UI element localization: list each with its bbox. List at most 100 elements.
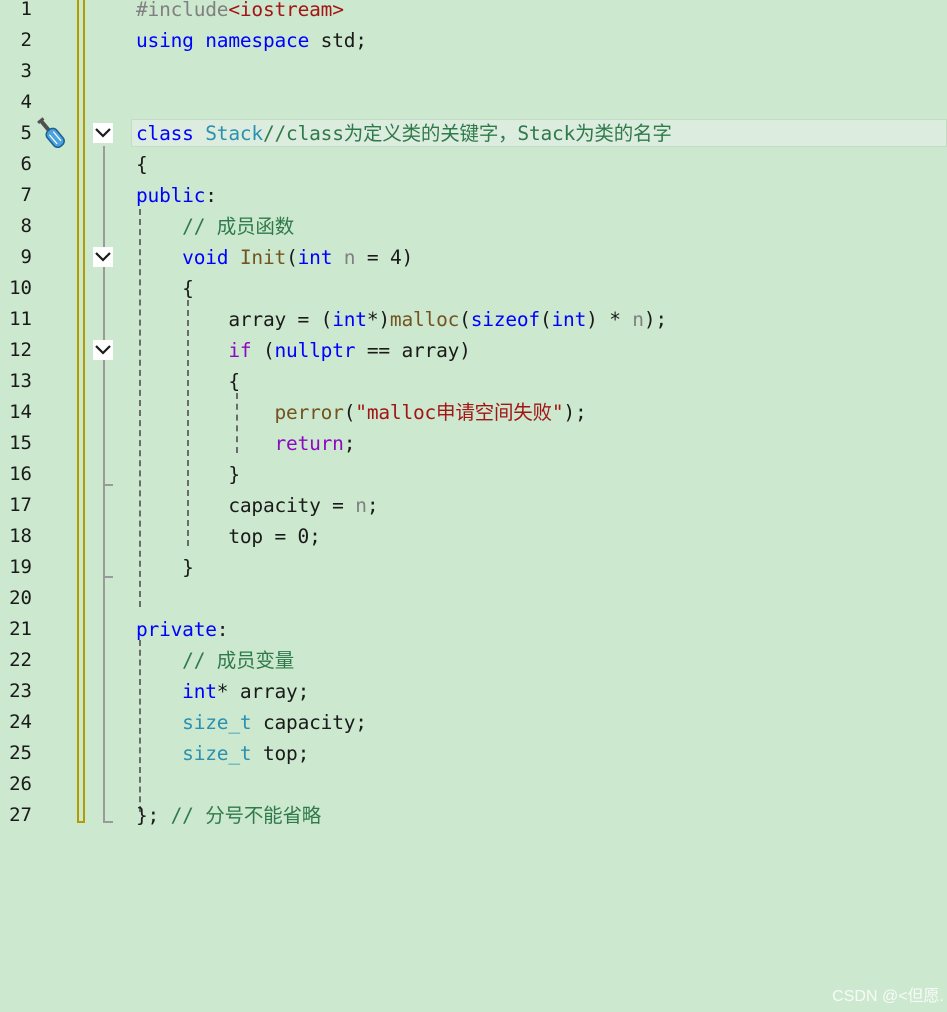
chevron-down-icon[interactable] bbox=[93, 123, 113, 143]
code-line[interactable]: 10 { bbox=[0, 273, 947, 304]
line-number: 27 bbox=[9, 804, 32, 826]
code-line[interactable]: 4 bbox=[0, 87, 947, 118]
code-line[interactable]: 20 bbox=[0, 583, 947, 614]
line-number: 26 bbox=[9, 773, 32, 795]
code-line[interactable]: 12 if (nullptr == array) bbox=[0, 335, 947, 366]
code-token: top = 0; bbox=[136, 525, 321, 548]
line-number: 4 bbox=[20, 91, 32, 113]
chevron-down-icon[interactable] bbox=[93, 247, 113, 267]
code-token: } bbox=[136, 556, 194, 579]
code-text[interactable]: #include<iostream> bbox=[136, 0, 344, 25]
code-text[interactable]: int* array; bbox=[136, 676, 309, 707]
code-token: #include bbox=[136, 0, 229, 21]
line-number: 21 bbox=[9, 618, 32, 640]
code-text[interactable]: size_t capacity; bbox=[136, 707, 367, 738]
line-number: 2 bbox=[20, 29, 32, 51]
line-number: 20 bbox=[9, 587, 32, 609]
line-number: 10 bbox=[9, 277, 32, 299]
code-text[interactable]: capacity = n; bbox=[136, 490, 378, 521]
code-token: ( bbox=[539, 308, 552, 331]
code-text[interactable]: // 成员变量 bbox=[136, 645, 294, 676]
code-line[interactable]: 11 array = (int*)malloc(sizeof(int) * n)… bbox=[0, 304, 947, 335]
line-number: 3 bbox=[20, 60, 32, 82]
code-line[interactable]: 15 return; bbox=[0, 428, 947, 459]
code-text[interactable]: top = 0; bbox=[136, 521, 321, 552]
code-line[interactable]: 3 bbox=[0, 56, 947, 87]
code-line[interactable]: 27 }; // 分号不能省略 bbox=[0, 800, 947, 831]
screwdriver-icon[interactable] bbox=[33, 116, 71, 152]
code-token: nullptr bbox=[274, 339, 356, 362]
code-text[interactable]: class Stack//class为定义类的关键字，Stack为类的名字 bbox=[136, 118, 672, 149]
code-text[interactable]: perror("malloc申请空间失败"); bbox=[136, 397, 586, 428]
code-token: private bbox=[136, 618, 217, 641]
code-text[interactable]: { bbox=[136, 149, 148, 180]
code-token: class bbox=[136, 122, 194, 145]
code-line[interactable]: 25 size_t top; bbox=[0, 738, 947, 769]
code-token: n bbox=[343, 246, 356, 269]
code-line[interactable]: 17 capacity = n; bbox=[0, 490, 947, 521]
code-text[interactable]: }; // 分号不能省略 bbox=[136, 800, 321, 831]
code-text[interactable]: } bbox=[136, 552, 194, 583]
code-line[interactable]: 21 private: bbox=[0, 614, 947, 645]
code-token: size_t bbox=[182, 742, 252, 765]
code-token: std; bbox=[309, 29, 367, 52]
line-number: 25 bbox=[9, 742, 32, 764]
code-token: top; bbox=[251, 742, 310, 765]
code-token: <iostream> bbox=[228, 0, 344, 21]
code-token: ; bbox=[366, 494, 379, 517]
code-line[interactable]: 22 // 成员变量 bbox=[0, 645, 947, 676]
code-token: ) * bbox=[586, 308, 633, 331]
line-number: 8 bbox=[20, 215, 32, 237]
code-line[interactable]: 24 size_t capacity; bbox=[0, 707, 947, 738]
code-line[interactable]: 19 } bbox=[0, 552, 947, 583]
code-text[interactable]: // 成员函数 bbox=[136, 211, 294, 242]
watermark: CSDN @<但愿. bbox=[832, 988, 944, 1005]
line-number: 1 bbox=[20, 0, 32, 20]
code-token: void bbox=[182, 246, 229, 269]
code-text[interactable]: void Init(int n = 4) bbox=[136, 242, 413, 273]
code-token: //class为定义类的关键字，Stack为类的名字 bbox=[262, 122, 672, 145]
line-number: 7 bbox=[20, 184, 32, 206]
code-text[interactable]: array = (int*)malloc(sizeof(int) * n); bbox=[136, 304, 667, 335]
code-line[interactable]: 18 top = 0; bbox=[0, 521, 947, 552]
code-token: malloc bbox=[389, 308, 460, 331]
code-line[interactable]: 14 perror("malloc申请空间失败"); bbox=[0, 397, 947, 428]
code-line[interactable]: 26 bbox=[0, 769, 947, 800]
code-text[interactable]: { bbox=[136, 273, 194, 304]
code-text[interactable]: public: bbox=[136, 180, 217, 211]
code-text[interactable]: size_t top; bbox=[136, 738, 309, 769]
code-token: n bbox=[632, 308, 644, 331]
code-text[interactable]: using namespace std; bbox=[136, 25, 367, 56]
code-line[interactable]: 23 int* array; bbox=[0, 676, 947, 707]
line-number: 11 bbox=[9, 308, 32, 330]
code-editor[interactable]: 1 #include<iostream> 2 using namespace std;… bbox=[0, 0, 947, 1012]
code-text[interactable]: if (nullptr == array) bbox=[136, 335, 471, 366]
code-text[interactable]: private: bbox=[136, 614, 229, 645]
code-line[interactable]: 8 // 成员函数 bbox=[0, 211, 947, 242]
code-text[interactable]: } bbox=[136, 459, 240, 490]
code-line[interactable]: 13 { bbox=[0, 366, 947, 397]
code-token: * array; bbox=[216, 680, 310, 703]
code-token: ; bbox=[343, 432, 356, 455]
code-token: : bbox=[205, 184, 217, 207]
code-line[interactable]: 2 using namespace std; bbox=[0, 25, 947, 56]
code-text[interactable]: return; bbox=[136, 428, 355, 459]
code-token: size_t bbox=[182, 711, 252, 734]
line-number: 22 bbox=[9, 649, 32, 671]
code-text[interactable]: { bbox=[136, 366, 240, 397]
code-line[interactable]: 5 class Stack//class为定义类的关键字，Stack为类的名字 bbox=[0, 118, 947, 149]
code-line[interactable]: 9 void Init(int n = 4) bbox=[0, 242, 947, 273]
line-number: 13 bbox=[9, 370, 32, 392]
code-line[interactable]: 16 } bbox=[0, 459, 947, 490]
code-token: { bbox=[136, 370, 240, 393]
line-number: 6 bbox=[20, 153, 32, 175]
code-line[interactable]: 1 #include<iostream> bbox=[0, 0, 947, 25]
code-token: // 分号不能省略 bbox=[170, 804, 322, 827]
code-line[interactable]: 6{ bbox=[0, 149, 947, 180]
chevron-down-icon[interactable] bbox=[93, 340, 113, 360]
code-line[interactable]: 7 public: bbox=[0, 180, 947, 211]
